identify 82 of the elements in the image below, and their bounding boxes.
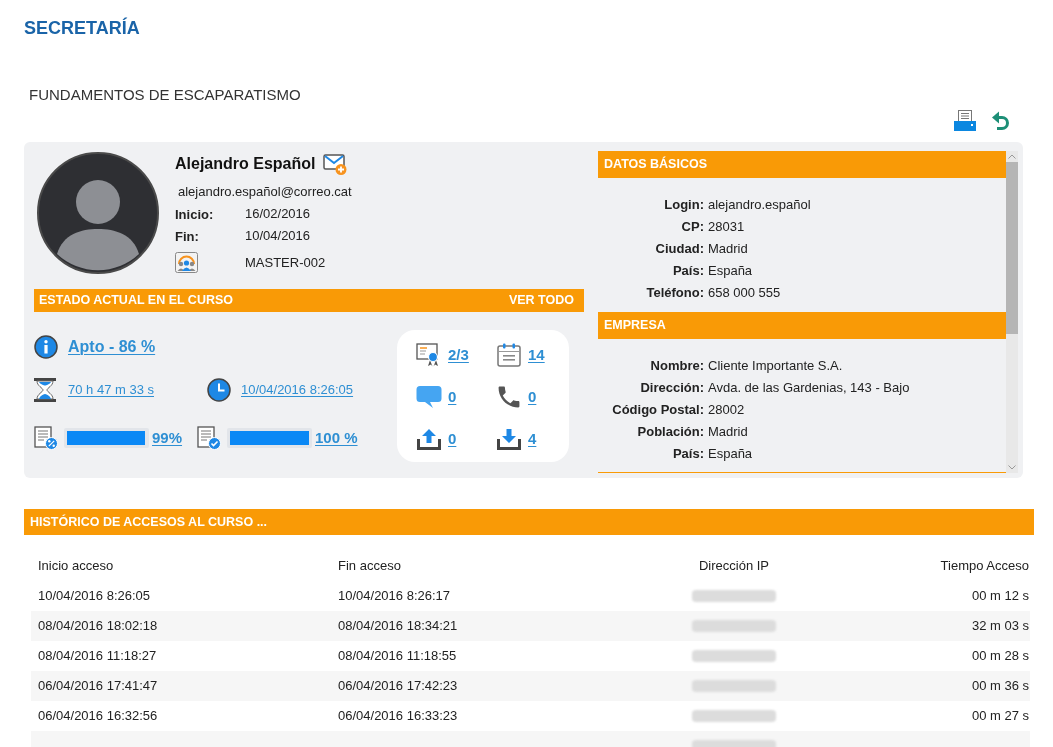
table-cell-text: 06/04/2016 17:42:23 [338,677,458,696]
mail-add-icon[interactable] [323,153,348,175]
page-title: SECRETARÍA [24,17,140,39]
field-value: Avda. de las Gardenias, 143 - Bajo [708,379,910,398]
column-header: Fin acceso [338,557,401,576]
document-percent-icon [34,426,58,450]
column-header: Dirección IP [698,557,770,576]
counter-link[interactable]: 2/3 [448,343,469,367]
field-value: 658 000 555 [708,284,781,303]
phone-icon [498,386,520,408]
progress-percent-link[interactable]: 99% [152,426,183,450]
progress-percent-link[interactable]: 100 % [315,426,358,450]
scrollbar[interactable] [1006,151,1018,473]
table-cell-text: 08/04/2016 18:02:18 [38,617,158,636]
field-label: Dirección: [640,379,704,398]
section-header: DATOS BÁSICOS [598,151,1006,178]
course-title: FUNDAMENTOS DE ESCAPARATISMO [29,86,301,104]
group-icon [175,252,198,273]
info-icon [34,335,58,359]
column-header: Tiempo Acceso [940,557,1029,576]
field-value: 28031 [708,218,745,237]
field-value: 10/04/2016 [245,227,311,246]
result-link[interactable]: Apto - 86 % [68,335,156,359]
field-label: CP: [681,218,704,237]
section-header: HISTÓRICO DE ACCESOS AL CURSO ... [24,509,1034,535]
counter-link[interactable]: 0 [528,385,537,409]
last-access-link[interactable]: 10/04/2016 8:26:05 [241,380,354,400]
upload-icon [417,428,441,450]
hourglass-icon [34,378,56,402]
field-label: Fin: [175,229,199,244]
chevron-down-icon[interactable] [1008,465,1016,470]
table-cell-text: 10/04/2016 8:26:17 [338,587,451,606]
field-value: 28002 [708,401,745,420]
counter-link[interactable]: 0 [448,385,457,409]
field-label: Login: [664,196,704,215]
chat-bubble-icon [416,385,442,409]
table-cell-text: 06/04/2016 16:33:23 [338,707,458,726]
table-cell-text: 06/04/2016 16:32:56 [38,707,158,726]
group-code: MASTER-002 [245,253,326,272]
field-value: España [708,445,753,464]
counter-link[interactable]: 4 [528,427,537,451]
document-check-icon [197,426,221,450]
scrollbar-thumb[interactable] [1006,162,1018,334]
undo-arrow-icon[interactable] [992,110,1010,132]
field-value: Madrid [708,240,748,259]
field-label: Nombre: [650,357,704,376]
table-cell-text: 08/04/2016 18:34:21 [338,617,458,636]
print-icon[interactable] [954,110,976,132]
field-label: Código Postal: [612,401,704,420]
view-all-link[interactable]: VER TODO [508,291,574,310]
time-spent-link[interactable]: 70 h 47 m 33 s [68,380,154,400]
table-cell-text: 06/04/2016 17:41:47 [38,677,158,696]
column-header: Inicio acceso [38,557,114,576]
field-label: Teléfono: [646,284,704,303]
table-cell-text: 10/04/2016 8:26:05 [38,587,151,606]
field-label: País: [672,262,704,281]
field-value: Madrid [708,423,748,442]
field-label: Inicio: [175,207,214,222]
field-value: España [708,262,753,281]
field-label: Población: [637,423,704,442]
section-header: EMPRESA [598,312,1006,339]
clock-icon [207,378,231,402]
student-name: Alejandro Español [175,154,316,174]
counter-link[interactable]: 14 [528,343,545,367]
section-title: ESTADO ACTUAL EN EL CURSO [39,292,233,310]
download-icon [497,428,521,450]
chevron-up-icon[interactable] [1008,154,1016,159]
table-cell-text: 08/04/2016 11:18:55 [338,647,457,666]
table-cell-text: 00 m 36 s [971,677,1029,696]
field-value: 16/02/2016 [245,205,311,224]
email-text: alejandro.español@correo.cat [178,183,352,202]
field-value: Cliente Importante S.A. [708,357,843,376]
calendar-icon [497,343,521,367]
table-cell-text: 32 m 03 s [971,617,1029,636]
table-cell-text: 00 m 27 s [971,707,1029,726]
table-cell-text: 00 m 12 s [971,587,1029,606]
table-cell-text: 08/04/2016 11:18:27 [38,647,157,666]
field-label: País: [672,445,704,464]
field-value: alejandro.español [708,196,811,215]
table-cell-text: 00 m 28 s [971,647,1029,666]
counter-link[interactable]: 0 [448,427,457,451]
field-label: Ciudad: [655,240,704,259]
